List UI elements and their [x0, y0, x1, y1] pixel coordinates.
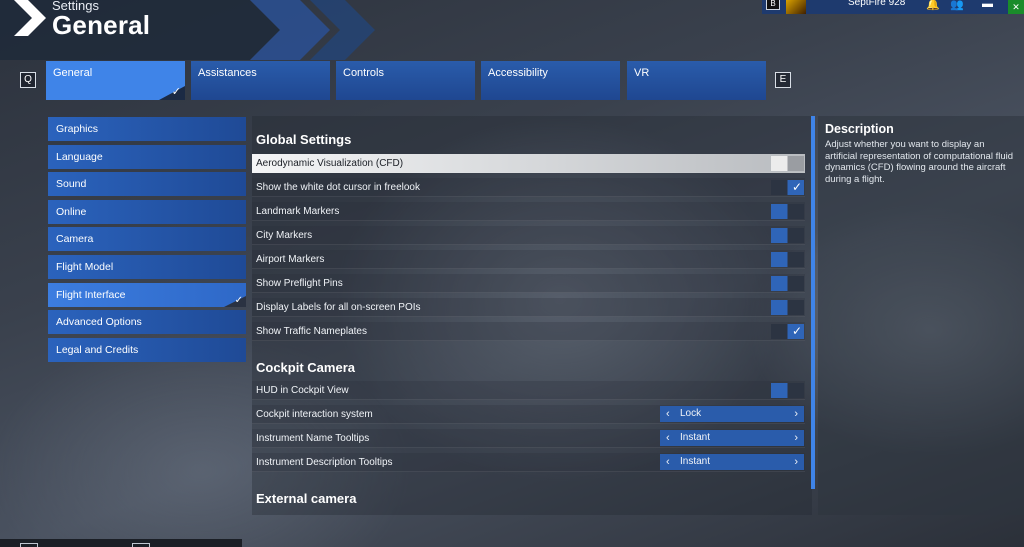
sidebar-item-flight-interface[interactable]: Flight Interface ✓	[48, 282, 246, 307]
key-hint-q[interactable]: Q	[20, 72, 36, 88]
chevron-left-icon[interactable]: ‹	[666, 454, 670, 470]
sidebar-item-label: Graphics	[56, 123, 99, 135]
setting-row-airport-markers[interactable]: Airport Markers	[252, 250, 805, 269]
option-selector[interactable]: ‹ Instant ›	[660, 454, 804, 470]
sidebar-item-label: Flight Interface	[56, 288, 126, 301]
section-title-cockpit: Cockpit Camera	[256, 360, 355, 375]
description-text: Adjust whether you want to display an ar…	[825, 139, 1013, 185]
chevron-left-icon[interactable]: ‹	[666, 406, 670, 422]
setting-label: Cockpit interaction system	[256, 409, 373, 420]
bell-icon[interactable]: 🔔	[926, 0, 940, 11]
tab-controls[interactable]: Controls	[336, 61, 475, 100]
sidebar-item-label: Advanced Options	[56, 316, 142, 329]
sidebar-item-sound[interactable]: Sound	[48, 172, 246, 197]
chat-icon[interactable]: ▬	[982, 0, 993, 10]
toggle-switch[interactable]	[771, 204, 804, 219]
toggle-switch[interactable]: ✓	[771, 180, 804, 195]
setting-row-instrument-name-tooltips[interactable]: Instrument Name Tooltips ‹ Instant ›	[252, 429, 805, 448]
setting-row-instrument-description-tooltips[interactable]: Instrument Description Tooltips ‹ Instan…	[252, 453, 805, 472]
setting-row-cfd[interactable]: Aerodynamic Visualization (CFD)	[252, 154, 805, 173]
back-chevron-icon[interactable]	[14, 0, 50, 36]
settings-panel: Global Settings Aerodynamic Visualizatio…	[252, 116, 812, 515]
setting-label: Show Preflight Pins	[256, 278, 343, 289]
description-title: Description	[825, 122, 894, 136]
chevron-right-icon[interactable]: ›	[794, 454, 798, 470]
check-icon: ✓	[234, 294, 243, 306]
scrollbar[interactable]	[811, 116, 815, 489]
sidebar-item-advanced-options[interactable]: Advanced Options	[48, 310, 246, 335]
setting-label: Show Traffic Nameplates	[256, 326, 367, 337]
sidebar-item-label: Flight Model	[56, 260, 114, 273]
selector-value: Instant	[680, 432, 711, 443]
toggle-switch[interactable]: ✓	[771, 324, 804, 339]
setting-row-cockpit-interaction[interactable]: Cockpit interaction system ‹ Lock ›	[252, 405, 805, 424]
tab-label: Accessibility	[488, 67, 548, 79]
setting-label: Instrument Name Tooltips	[256, 433, 370, 444]
tab-label: Controls	[343, 67, 384, 79]
setting-label: City Markers	[256, 230, 313, 241]
avatar[interactable]	[786, 0, 806, 14]
selector-value: Lock	[680, 408, 702, 419]
option-selector[interactable]: ‹ Instant ›	[660, 430, 804, 446]
check-icon: ✓	[171, 86, 181, 98]
key-hint-b: B	[766, 0, 780, 10]
setting-row-hud-cockpit[interactable]: HUD in Cockpit View	[252, 381, 805, 400]
tab-label: Assistances	[198, 67, 257, 79]
sidebar-item-online[interactable]: Online	[48, 199, 246, 224]
setting-label: Aerodynamic Visualization (CFD)	[256, 158, 404, 169]
section-title-external: External camera	[256, 491, 357, 506]
setting-label: HUD in Cockpit View	[256, 385, 349, 396]
sidebar-item-flight-model[interactable]: Flight Model	[48, 254, 246, 279]
toggle-switch[interactable]	[771, 156, 804, 171]
setting-label: Airport Markers	[256, 254, 325, 265]
key-hint-icon	[20, 543, 38, 547]
setting-label: Display Labels for all on-screen POIs	[256, 302, 421, 313]
sidebar: Graphics Language Sound Online Camera Fl…	[48, 117, 246, 365]
toggle-switch[interactable]	[771, 276, 804, 291]
section-title-global: Global Settings	[256, 132, 352, 147]
xbox-icon[interactable]: ✕	[1008, 0, 1024, 14]
tab-assistances[interactable]: Assistances	[191, 61, 330, 100]
key-hint-icon	[132, 543, 150, 547]
tab-label: VR	[634, 67, 650, 79]
sidebar-item-graphics[interactable]: Graphics	[48, 117, 246, 141]
tab-accessibility[interactable]: Accessibility	[481, 61, 620, 100]
chevron-right-icon[interactable]: ›	[794, 406, 798, 422]
toggle-switch[interactable]	[771, 228, 804, 243]
sidebar-item-label: Language	[56, 150, 103, 163]
tab-general[interactable]: General ✓	[46, 61, 185, 100]
sidebar-item-legal-and-credits[interactable]: Legal and Credits	[48, 337, 246, 362]
username: SeptFire 928	[848, 0, 906, 8]
sidebar-item-camera[interactable]: Camera	[48, 227, 246, 252]
sidebar-item-label: Online	[56, 205, 87, 218]
setting-label: Show the white dot cursor in freelook	[256, 182, 420, 193]
setting-row-poi-labels[interactable]: Display Labels for all on-screen POIs	[252, 298, 805, 317]
setting-label: Landmark Markers	[256, 206, 340, 217]
option-selector[interactable]: ‹ Lock ›	[660, 406, 804, 422]
setting-label: Instrument Description Tooltips	[256, 457, 393, 468]
setting-row-landmark-markers[interactable]: Landmark Markers	[252, 202, 805, 221]
sidebar-item-language[interactable]: Language	[48, 144, 246, 169]
toggle-switch[interactable]	[771, 300, 804, 315]
setting-row-traffic-nameplates[interactable]: Show Traffic Nameplates ✓	[252, 322, 805, 341]
toggle-switch[interactable]	[771, 383, 804, 398]
setting-row-city-markers[interactable]: City Markers	[252, 226, 805, 245]
key-hint-e[interactable]: E	[775, 72, 791, 88]
check-icon: ✓	[791, 324, 802, 338]
toggle-switch[interactable]	[771, 252, 804, 267]
selector-value: Instant	[680, 456, 711, 467]
chevron-right-icon[interactable]: ›	[794, 430, 798, 446]
setting-row-white-dot-cursor[interactable]: Show the white dot cursor in freelook ✓	[252, 178, 805, 197]
chevron-left-icon[interactable]: ‹	[666, 430, 670, 446]
friends-icon[interactable]: 👥	[950, 0, 964, 11]
description-panel: Description Adjust whether you want to d…	[818, 116, 1024, 515]
sidebar-item-label: Camera	[56, 233, 94, 246]
tab-vr[interactable]: VR	[627, 61, 766, 100]
check-icon: ✓	[791, 180, 802, 194]
page-title: General	[52, 10, 151, 40]
sidebar-item-label: Sound	[56, 178, 87, 191]
sidebar-item-label: Legal and Credits	[56, 343, 139, 356]
setting-row-preflight-pins[interactable]: Show Preflight Pins	[252, 274, 805, 293]
tab-label: General	[53, 67, 93, 79]
